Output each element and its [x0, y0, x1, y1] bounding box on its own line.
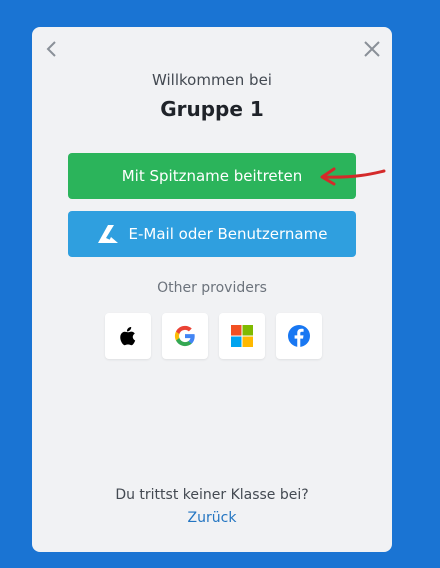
apple-icon	[120, 327, 136, 346]
facebook-login-button[interactable]	[276, 313, 322, 359]
chevron-left-icon	[46, 41, 56, 57]
provider-list	[105, 313, 322, 359]
close-button[interactable]	[360, 37, 384, 61]
autodesk-logo-icon	[97, 224, 119, 244]
no-class-text: Du trittst keiner Klasse bei?	[115, 487, 309, 503]
other-providers-label: Other providers	[157, 280, 267, 296]
close-icon	[364, 41, 380, 57]
email-username-button[interactable]: E-Mail oder Benutzername	[68, 211, 356, 257]
back-button[interactable]	[40, 37, 64, 61]
group-name: Gruppe 1	[160, 97, 264, 121]
facebook-icon	[288, 325, 310, 347]
welcome-text: Willkommen bei	[152, 71, 272, 89]
microsoft-login-button[interactable]	[219, 313, 265, 359]
back-link[interactable]: Zurück	[32, 510, 392, 526]
join-with-nickname-button[interactable]: Mit Spitzname beitreten	[68, 153, 356, 199]
join-with-nickname-label: Mit Spitzname beitreten	[121, 167, 303, 185]
google-login-button[interactable]	[162, 313, 208, 359]
microsoft-icon	[231, 325, 253, 347]
email-username-label: E-Mail oder Benutzername	[128, 225, 328, 243]
google-icon	[174, 325, 195, 347]
apple-login-button[interactable]	[105, 313, 151, 359]
join-dialog: Willkommen bei Gruppe 1 Mit Spitzname be…	[32, 27, 392, 552]
